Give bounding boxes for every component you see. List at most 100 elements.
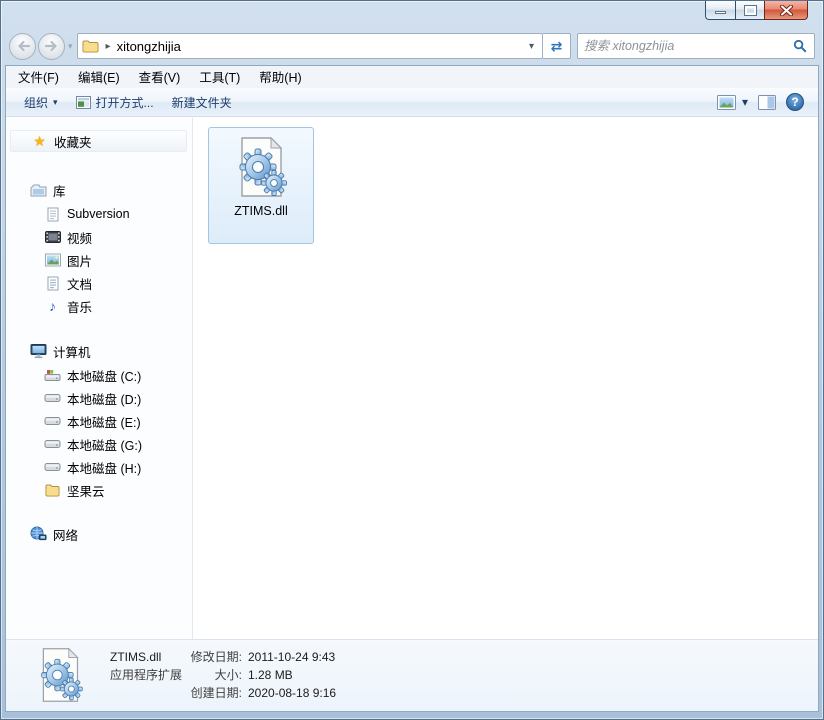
new-folder-button[interactable]: 新建文件夹 (172, 94, 232, 111)
sidebar-item-network[interactable]: 网络 (10, 523, 187, 545)
sidebar-item-disk-c[interactable]: 本地磁盘 (C:) (10, 364, 187, 386)
new-folder-label: 新建文件夹 (171, 95, 232, 110)
sidebar-item-pictures[interactable]: 图片 (10, 249, 187, 271)
details-value: 2020-08-18 9:16 (248, 686, 337, 700)
dll-file-icon (239, 136, 287, 197)
address-dropdown[interactable]: ▾ (525, 41, 538, 52)
maximize-icon (743, 4, 757, 16)
details-value: 2011-10-24 9:43 (248, 650, 336, 664)
help-button[interactable]: ? (786, 93, 804, 111)
disk-icon (44, 415, 61, 427)
sidebar-item-label: Subversion (67, 207, 130, 221)
sidebar-item-disk-g[interactable]: 本地磁盘 (G:) (10, 433, 187, 455)
search-input[interactable] (578, 39, 791, 53)
details-pane: ZTIMS.dll 应用程序扩展 修改日期: 2011-10-24 9:43 大… (6, 639, 818, 711)
sidebar-item-subversion[interactable]: Subversion (10, 203, 187, 225)
music-note-icon: ♪ (49, 298, 56, 314)
details-row-size: 大小: 1.28 MB (178, 666, 336, 684)
details-file-type: 应用程序扩展 (110, 668, 183, 682)
dll-file-icon (32, 645, 88, 705)
sidebar-item-music[interactable]: ♪ 音乐 (10, 295, 187, 317)
video-icon (44, 230, 61, 244)
folder-icon (82, 39, 99, 53)
back-arrow-icon (17, 40, 30, 52)
sidebar-item-documents[interactable]: 文档 (10, 272, 187, 294)
sidebar-item-label: 计算机 (53, 345, 91, 360)
sidebar-item-computer[interactable]: 计算机 (10, 340, 187, 362)
close-button[interactable] (764, 1, 808, 20)
sidebar-item-label: 音乐 (67, 300, 93, 315)
maximize-button[interactable] (735, 1, 764, 20)
preview-pane-button[interactable] (758, 94, 776, 110)
organize-label: 组织 (24, 95, 49, 110)
open-with-icon (75, 95, 91, 109)
details-label: 创建日期: (190, 686, 242, 700)
sidebar-item-label: 文档 (67, 277, 93, 292)
forward-button[interactable] (38, 32, 65, 60)
content-area: ★ 收藏夹 库 Subversion 视频 图片 文档 ♪ 音乐 计算机 本地磁… (6, 118, 818, 639)
details-row-modified: 修改日期: 2011-10-24 9:43 (178, 648, 336, 666)
sidebar-item-nutstore[interactable]: 坚果云 (10, 479, 187, 501)
sidebar-item-label: 本地磁盘 (C:) (67, 369, 142, 384)
document-icon (44, 276, 61, 291)
search-box (577, 33, 815, 59)
toolbar-right-group: ▾ ? (707, 93, 804, 111)
sidebar-item-label: 本地磁盘 (E:) (67, 415, 141, 430)
sidebar-item-label: 收藏夹 (54, 135, 92, 150)
navigation-bar: ▾ ▸ xitongzhijia ▾ ⇄ (1, 27, 823, 65)
explorer-window: ▾ ▸ xitongzhijia ▾ ⇄ 搜索 xitongzhijia 文件(… (0, 0, 824, 720)
open-with-button[interactable]: 打开方式... (75, 94, 154, 111)
breadcrumb[interactable]: xitongzhijia (117, 39, 181, 54)
details-label: 大小: (214, 668, 242, 682)
details-label: 修改日期: (190, 650, 242, 664)
file-name-label: ZTIMS.dll (234, 204, 288, 218)
file-ztims-dll[interactable]: ZTIMS.dll (208, 127, 314, 244)
minimize-button[interactable] (705, 1, 735, 20)
picture-icon (44, 253, 61, 267)
disk-icon (44, 438, 61, 450)
details-name-column: ZTIMS.dll 应用程序扩展 (110, 648, 182, 684)
back-button[interactable] (9, 32, 36, 60)
menu-view[interactable]: 查看(V) (139, 67, 181, 86)
file-list: ZTIMS.dll (194, 118, 818, 639)
organize-button[interactable]: 组织 ▾ (24, 94, 58, 111)
sidebar-item-favorites[interactable]: ★ 收藏夹 (10, 130, 187, 152)
navigation-pane: ★ 收藏夹 库 Subversion 视频 图片 文档 ♪ 音乐 计算机 本地磁… (6, 118, 193, 639)
sidebar-item-label: 坚果云 (67, 484, 105, 499)
views-button[interactable]: ▾ (716, 94, 748, 110)
disk-icon (44, 461, 61, 473)
sidebar-item-disk-d[interactable]: 本地磁盘 (D:) (10, 387, 187, 409)
sidebar-item-videos[interactable]: 视频 (10, 226, 187, 248)
sidebar-item-disk-e[interactable]: 本地磁盘 (E:) (10, 410, 187, 432)
menu-tools[interactable]: 工具(T) (199, 67, 240, 86)
menu-file[interactable]: 文件(F) (18, 67, 59, 86)
address-bar[interactable]: ▸ xitongzhijia ▾ (76, 33, 543, 59)
sidebar-item-disk-h[interactable]: 本地磁盘 (H:) (10, 456, 187, 478)
title-bar[interactable] (1, 1, 823, 27)
search-icon[interactable] (791, 39, 814, 53)
minimize-icon (715, 10, 726, 14)
network-icon (30, 526, 47, 542)
disk-icon (44, 392, 61, 404)
open-with-label: 打开方式... (95, 95, 154, 110)
details-value: 1.28 MB (248, 668, 293, 682)
refresh-button[interactable]: ⇄ (543, 33, 571, 59)
command-bar: 组织 ▾ 打开方式... 新建文件夹 ▾ ? (6, 88, 818, 117)
libraries-icon (30, 183, 47, 198)
sidebar-item-label: 库 (53, 184, 66, 199)
menu-bar: 文件(F) 编辑(E) 查看(V) 工具(T) 帮助(H) (6, 66, 818, 88)
breadcrumb-arrow-icon: ▸ (105, 40, 111, 52)
library-document-icon (44, 207, 61, 222)
close-icon (779, 4, 793, 16)
chevron-down-icon: ▾ (53, 96, 58, 107)
caption-buttons (705, 1, 808, 20)
recent-pages-dropdown[interactable]: ▾ (68, 41, 73, 52)
folder-icon (44, 483, 61, 497)
menu-help[interactable]: 帮助(H) (259, 67, 301, 86)
menu-edit[interactable]: 编辑(E) (78, 67, 120, 86)
forward-arrow-icon (44, 40, 57, 52)
sidebar-item-libraries[interactable]: 库 (10, 179, 187, 201)
sidebar-item-label: 视频 (67, 231, 93, 246)
client-area: 文件(F) 编辑(E) 查看(V) 工具(T) 帮助(H) 组织 ▾ 打开方式.… (5, 65, 819, 712)
views-dropdown-icon: ▾ (741, 95, 748, 109)
